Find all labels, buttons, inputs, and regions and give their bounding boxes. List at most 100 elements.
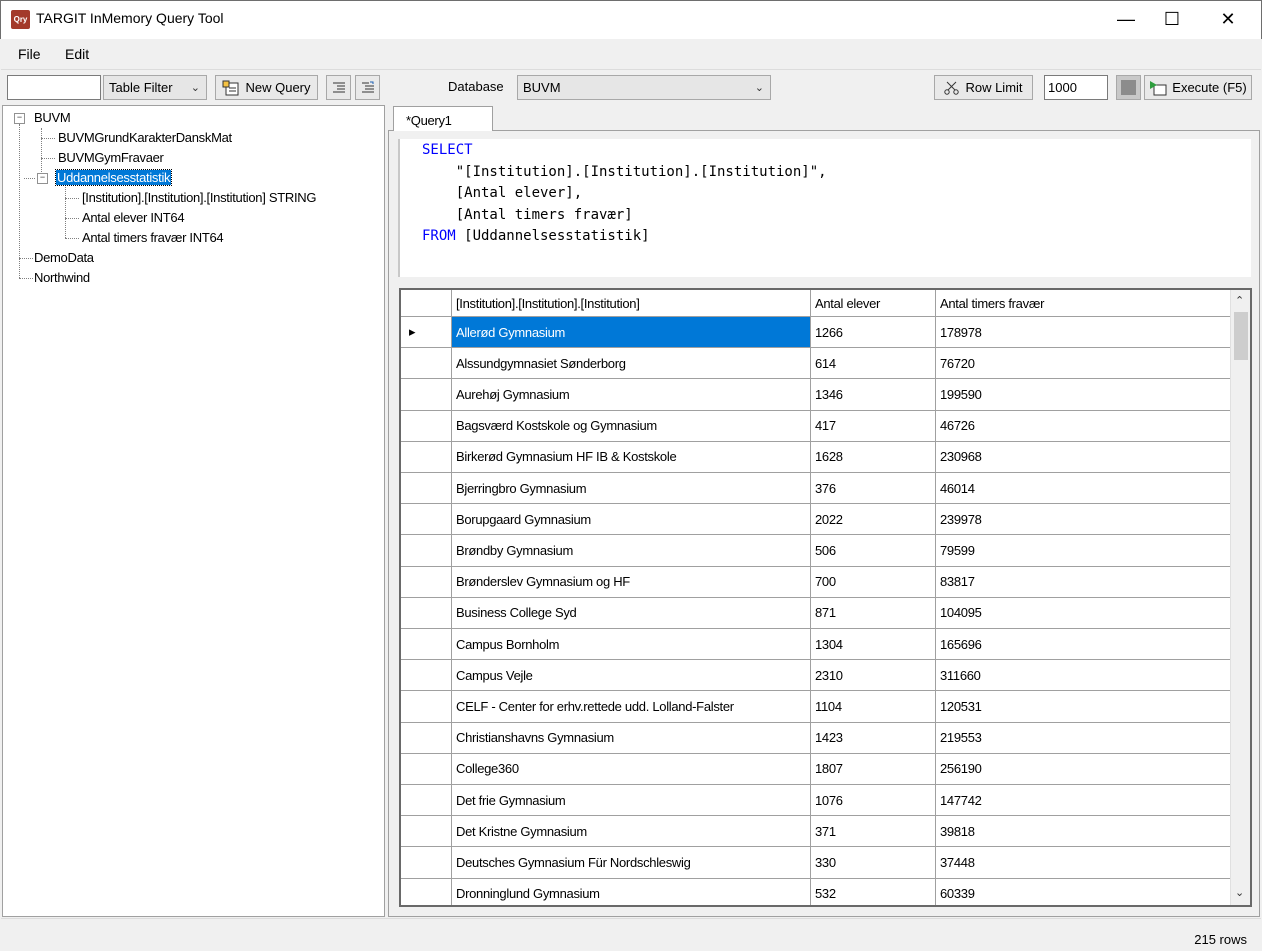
table-cell[interactable]: 1807 [811, 753, 936, 785]
table-cell[interactable]: 46014 [936, 473, 1232, 505]
table-cell[interactable]: 614 [811, 348, 936, 380]
table-cell[interactable]: Birkerød Gymnasium HF IB & Kostskole [452, 441, 811, 473]
table-cell[interactable]: 83817 [936, 566, 1232, 598]
table-cell[interactable]: 376 [811, 473, 936, 505]
table-cell[interactable]: Christianshavns Gymnasium [452, 722, 811, 754]
table-cell[interactable]: 120531 [936, 691, 1232, 723]
table-cell[interactable]: 2022 [811, 504, 936, 536]
table-cell[interactable]: Dronninglund Gymnasium [452, 878, 811, 905]
table-cell[interactable]: 37448 [936, 847, 1232, 879]
table-filter-input[interactable] [7, 75, 101, 100]
table-cell[interactable]: Campus Bornholm [452, 629, 811, 661]
row-selector[interactable] [401, 410, 452, 442]
table-cell[interactable]: Bagsværd Kostskole og Gymnasium [452, 410, 811, 442]
table-cell[interactable]: 871 [811, 597, 936, 629]
menu-edit[interactable]: Edit [65, 46, 89, 62]
table-cell[interactable]: 417 [811, 410, 936, 442]
table-cell[interactable]: 230968 [936, 441, 1232, 473]
table-cell[interactable]: 700 [811, 566, 936, 598]
table-cell[interactable]: 1628 [811, 441, 936, 473]
table-cell[interactable]: 311660 [936, 660, 1232, 692]
menu-file[interactable]: File [18, 46, 41, 62]
table-cell[interactable]: 1346 [811, 379, 936, 411]
table-cell[interactable]: 1076 [811, 785, 936, 817]
row-limit-input[interactable] [1044, 75, 1108, 100]
column-header[interactable]: Antal elever [811, 290, 936, 317]
scroll-down-icon[interactable]: ⌄ [1235, 886, 1244, 899]
new-query-button[interactable]: New Query [215, 75, 318, 100]
column-header[interactable]: [Institution].[Institution].[Institution… [452, 290, 811, 317]
row-selector[interactable] [401, 878, 452, 905]
table-cell[interactable]: Borupgaard Gymnasium [452, 504, 811, 536]
table-cell[interactable]: 39818 [936, 816, 1232, 848]
scroll-up-icon[interactable]: ⌃ [1235, 294, 1244, 307]
table-cell[interactable]: 165696 [936, 629, 1232, 661]
row-header-corner[interactable] [401, 290, 452, 317]
table-cell[interactable]: 199590 [936, 379, 1232, 411]
tree-node-column[interactable]: Antal timers fravær INT64 [82, 230, 224, 245]
table-cell[interactable]: 1304 [811, 629, 936, 661]
tree-node-db[interactable]: Northwind [34, 270, 90, 285]
table-cell[interactable]: Brøndby Gymnasium [452, 535, 811, 567]
row-selector[interactable] [401, 785, 452, 817]
table-cell[interactable]: 178978 [936, 317, 1232, 349]
row-selector[interactable] [401, 753, 452, 785]
table-cell[interactable]: 104095 [936, 597, 1232, 629]
execute-button[interactable]: Execute (F5) [1144, 75, 1252, 100]
stop-button[interactable] [1116, 75, 1141, 100]
table-cell[interactable]: 2310 [811, 660, 936, 692]
scroll-thumb[interactable] [1234, 312, 1248, 360]
table-cell[interactable]: Allerød Gymnasium [452, 317, 811, 349]
table-cell[interactable]: 60339 [936, 878, 1232, 905]
table-cell[interactable]: 506 [811, 535, 936, 567]
row-limit-button[interactable]: Row Limit [934, 75, 1033, 100]
tree-node-column[interactable]: [Institution].[Institution].[Institution… [82, 190, 316, 205]
table-cell[interactable]: 76720 [936, 348, 1232, 380]
row-selector[interactable] [401, 660, 452, 692]
table-cell[interactable]: 219553 [936, 722, 1232, 754]
table-cell[interactable]: 256190 [936, 753, 1232, 785]
table-cell[interactable]: 330 [811, 847, 936, 879]
row-selector[interactable]: ▸ [401, 317, 452, 349]
row-selector[interactable] [401, 441, 452, 473]
indent-button[interactable] [326, 75, 351, 100]
table-cell[interactable]: Bjerringbro Gymnasium [452, 473, 811, 505]
table-cell[interactable]: Deutsches Gymnasium Für Nordschleswig [452, 847, 811, 879]
row-selector[interactable] [401, 473, 452, 505]
table-filter-dropdown[interactable]: Table Filter ⌄ [103, 75, 207, 100]
row-selector[interactable] [401, 597, 452, 629]
row-selector[interactable] [401, 348, 452, 380]
table-cell[interactable]: Campus Vejle [452, 660, 811, 692]
table-cell[interactable]: Business College Syd [452, 597, 811, 629]
vertical-scrollbar[interactable]: ⌃ ⌄ [1230, 290, 1250, 905]
table-cell[interactable]: 532 [811, 878, 936, 905]
table-cell[interactable]: 1104 [811, 691, 936, 723]
table-cell[interactable]: Brønderslev Gymnasium og HF [452, 566, 811, 598]
row-selector[interactable] [401, 691, 452, 723]
maximize-button[interactable]: ☐ [1149, 0, 1195, 39]
tree-node-table[interactable]: BUVMGrundKarakterDanskMat [58, 130, 232, 145]
tree-node-column[interactable]: Antal elever INT64 [82, 210, 185, 225]
table-cell[interactable]: 79599 [936, 535, 1232, 567]
table-cell[interactable]: 147742 [936, 785, 1232, 817]
row-selector[interactable] [401, 629, 452, 661]
tab-query1[interactable]: *Query1 [393, 106, 493, 131]
tree-node-table-selected[interactable]: Uddannelsesstatistik [54, 169, 173, 186]
database-dropdown[interactable]: BUVM ⌄ [517, 75, 771, 100]
table-cell[interactable]: Aurehøj Gymnasium [452, 379, 811, 411]
table-cell[interactable]: College360 [452, 753, 811, 785]
tree-node-db[interactable]: DemoData [34, 250, 94, 265]
table-cell[interactable]: Det frie Gymnasium [452, 785, 811, 817]
row-selector[interactable] [401, 847, 452, 879]
row-selector[interactable] [401, 566, 452, 598]
tree-node-table[interactable]: BUVMGymFravaer [58, 150, 164, 165]
row-selector[interactable] [401, 535, 452, 567]
collapse-icon[interactable]: − [37, 173, 48, 184]
table-cell[interactable]: 371 [811, 816, 936, 848]
table-cell[interactable]: Det Kristne Gymnasium [452, 816, 811, 848]
table-cell[interactable]: Alssundgymnasiet Sønderborg [452, 348, 811, 380]
close-button[interactable]: ✕ [1205, 0, 1251, 39]
table-cell[interactable]: 1423 [811, 722, 936, 754]
table-cell[interactable]: 239978 [936, 504, 1232, 536]
row-selector[interactable] [401, 722, 452, 754]
